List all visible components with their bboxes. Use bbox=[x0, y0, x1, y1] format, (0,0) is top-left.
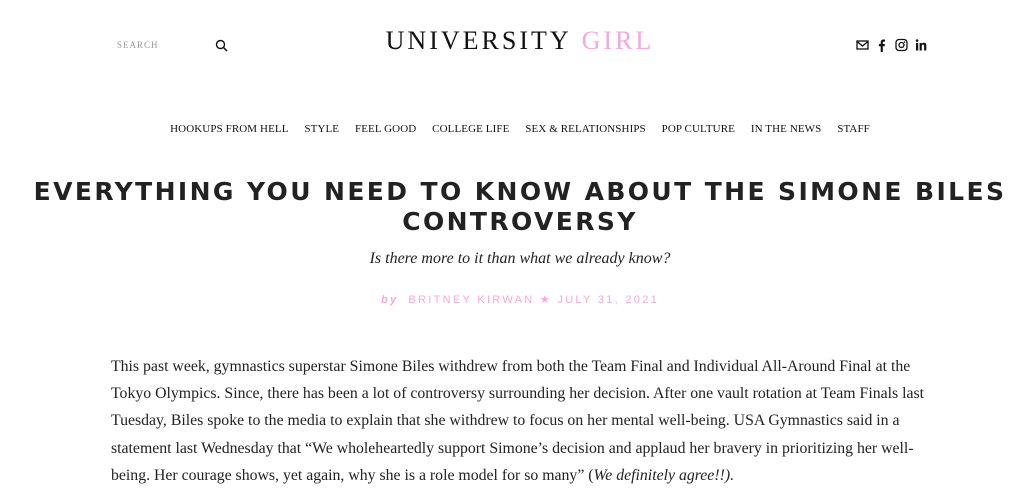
nav-item-pop-culture[interactable]: POP CULTURE bbox=[662, 123, 735, 135]
nav-item-college-life[interactable]: COLLEGE LIFE bbox=[432, 123, 509, 135]
nav-item-staff[interactable]: STAFF bbox=[837, 123, 870, 135]
nav-item-feel-good[interactable]: FEEL GOOD bbox=[355, 123, 416, 135]
byline-by: by bbox=[380, 294, 399, 306]
article-byline: by BRITNEY KIRWAN ★ JULY 31, 2021 bbox=[0, 293, 1022, 306]
facebook-icon[interactable] bbox=[877, 38, 886, 52]
publish-date: JULY 31, 2021 bbox=[557, 294, 660, 306]
nav-item-sex-relationships[interactable]: SEX & RELATIONSHIPS bbox=[525, 123, 645, 135]
instagram-icon[interactable] bbox=[895, 38, 908, 52]
logo-word-girl: GIRL bbox=[581, 26, 655, 55]
nav-item-in-the-news[interactable]: IN THE NEWS bbox=[751, 123, 822, 135]
star-icon: ★ bbox=[539, 294, 553, 306]
article-body: This past week, gymnastics superstar Sim… bbox=[111, 353, 941, 489]
article-body-emphasis: We definitely agree!!). bbox=[593, 466, 735, 484]
logo-word-university: UNIVERSITY bbox=[385, 26, 572, 55]
site-header: UNIVERSITY GIRL bbox=[0, 0, 1022, 90]
linkedin-icon[interactable] bbox=[915, 38, 927, 52]
author-link[interactable]: BRITNEY KIRWAN bbox=[408, 294, 534, 306]
mail-icon[interactable] bbox=[856, 38, 869, 52]
article-body-text: This past week, gymnastics superstar Sim… bbox=[111, 358, 925, 484]
main-nav: HOOKUPS FROM HELL STYLE FEEL GOOD COLLEG… bbox=[0, 123, 1022, 135]
nav-item-style[interactable]: STYLE bbox=[304, 123, 339, 135]
article-title: EVERYTHING YOU NEED TO KNOW ABOUT THE SI… bbox=[33, 177, 1007, 236]
article-subtitle: Is there more to it than what we already… bbox=[369, 250, 671, 267]
nav-item-hookups-from-hell[interactable]: HOOKUPS FROM HELL bbox=[170, 123, 288, 135]
